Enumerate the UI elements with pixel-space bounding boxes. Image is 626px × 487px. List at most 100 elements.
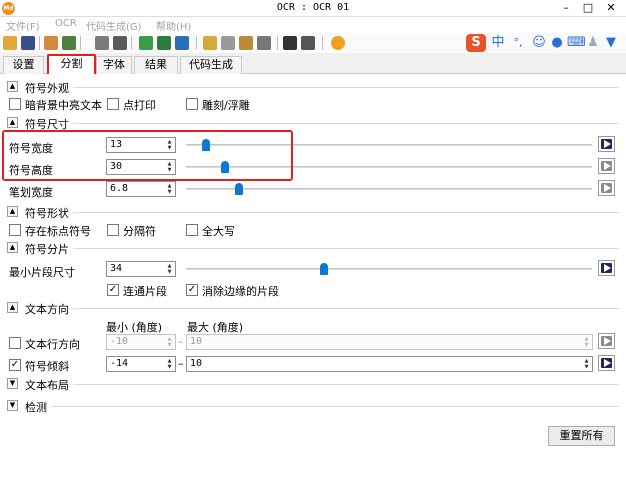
reset-all-button[interactable]: 重置所有	[548, 426, 615, 446]
spin-arrows-icon[interactable]: ▲ ▼	[165, 263, 174, 275]
min-angle-header: 最小 (角度)	[106, 321, 163, 334]
stroke-width-label: 笔划宽度	[9, 186, 53, 199]
connected-fragments-checkbox[interactable]: ✓	[107, 284, 119, 296]
line-direction-checkbox[interactable]	[9, 337, 21, 349]
menu-help[interactable]: 帮助(H)	[156, 18, 191, 33]
section-layout: ▼ 文本布局	[7, 377, 619, 393]
edit-pen-icon[interactable]	[157, 36, 171, 50]
toolbar: S 中 °, ☺ ● ⌨ ♟ ▼	[0, 33, 626, 53]
edit-pen-icon[interactable]	[139, 36, 153, 50]
spinbox-value: -10	[110, 336, 129, 347]
train-icon[interactable]	[175, 36, 189, 50]
export-icon[interactable]	[239, 36, 253, 50]
slant-checkbox[interactable]: ✓	[9, 359, 21, 371]
sogou-ime-logo-icon[interactable]: S	[466, 34, 486, 52]
range-dash: –	[178, 335, 184, 348]
line-direction-min-spinbox[interactable]: -10 ▲ ▼	[106, 334, 176, 350]
menu-ocr[interactable]: OCR	[55, 18, 77, 29]
min-fragment-slider[interactable]	[186, 262, 592, 276]
remove-edge-checkbox[interactable]: ✓	[186, 284, 198, 296]
save-font-icon[interactable]	[257, 36, 271, 50]
pick-from-image-button[interactable]	[598, 136, 615, 152]
toolbar-separator	[196, 36, 197, 50]
expand-icon[interactable]: ▼	[7, 400, 18, 411]
menu-bar: 文件(F) OCR 代码生成(G) 帮助(H)	[0, 17, 626, 33]
menu-codegen[interactable]: 代码生成(G)	[86, 18, 142, 33]
section-divider	[25, 87, 619, 88]
save-icon[interactable]	[21, 36, 35, 50]
spin-arrows-icon[interactable]: ▲ ▼	[165, 183, 174, 195]
dot-print-label: 点打印	[123, 99, 156, 112]
expand-icon[interactable]: ▼	[7, 378, 18, 389]
help-icon[interactable]	[331, 36, 345, 50]
barcode-icon[interactable]	[301, 36, 315, 50]
skin-shirt-icon[interactable]: ▼	[603, 34, 619, 52]
maximize-button[interactable]: □	[577, 0, 599, 17]
microphone-icon[interactable]: ●	[550, 34, 564, 52]
separator-checkbox[interactable]	[107, 224, 119, 236]
ime-punct[interactable]: °,	[509, 34, 527, 52]
remove-edge-label: 消除边缘的片段	[202, 285, 279, 298]
slant-max-spinbox[interactable]: 10 ▲ ▼	[186, 356, 593, 372]
uppercase-checkbox[interactable]	[186, 224, 198, 236]
section-direction: ▲ 文本方向	[7, 301, 619, 317]
spin-arrows-icon[interactable]: ▲ ▼	[165, 358, 174, 370]
open-folder-icon[interactable]	[3, 36, 17, 50]
save-roi-icon[interactable]	[62, 36, 76, 50]
collapse-icon[interactable]: ▲	[7, 242, 18, 253]
min-fragment-label: 最小片段尺寸	[9, 266, 75, 279]
section-detection: ▼ 检测	[7, 399, 619, 415]
slant-min-spinbox[interactable]: -14 ▲ ▼	[106, 356, 176, 372]
stroke-width-spinbox[interactable]: 6.8 ▲ ▼	[106, 181, 176, 197]
slider-thumb[interactable]	[234, 183, 243, 195]
connected-fragments-label: 连通片段	[123, 285, 167, 298]
slider-thumb[interactable]	[320, 263, 329, 275]
dark-bg-checkbox[interactable]	[9, 98, 21, 110]
section-shape: ▲ 符号形状	[7, 205, 619, 221]
video-camera-icon[interactable]	[113, 36, 127, 50]
keyboard-icon[interactable]: ⌨	[567, 34, 586, 52]
engraved-checkbox[interactable]	[186, 98, 198, 110]
stroke-width-slider[interactable]	[186, 182, 592, 196]
min-fragment-spinbox[interactable]: 34 ▲ ▼	[106, 261, 176, 277]
font-icon[interactable]	[221, 36, 235, 50]
pick-from-image-button[interactable]	[598, 355, 615, 371]
collapse-icon[interactable]: ▲	[7, 117, 18, 128]
menu-file[interactable]: 文件(F)	[6, 18, 40, 33]
title-bar: Md OCR : OCR 01 – □ ✕	[0, 0, 626, 17]
collapse-icon[interactable]: ▲	[7, 302, 18, 313]
line-direction-label: 文本行方向	[25, 338, 80, 351]
pick-from-image-button[interactable]	[598, 260, 615, 276]
section-divider	[25, 123, 619, 124]
section-divider	[25, 212, 619, 213]
tab-segmentation[interactable]: 分割	[47, 54, 96, 75]
spin-arrows-icon[interactable]: ▲ ▼	[582, 358, 591, 370]
close-button[interactable]: ✕	[600, 0, 622, 17]
toolbar-separator	[131, 36, 132, 50]
tab-font[interactable]: 字体	[96, 56, 132, 74]
punctuation-checkbox[interactable]	[9, 224, 21, 236]
pick-from-image-button[interactable]	[598, 180, 615, 196]
dot-print-checkbox[interactable]	[107, 98, 119, 110]
open-font-icon[interactable]	[203, 36, 217, 50]
camera-icon[interactable]	[95, 36, 109, 50]
range-dash: –	[178, 357, 184, 370]
tab-settings[interactable]: 设置	[3, 56, 44, 74]
collapse-icon[interactable]: ▲	[7, 206, 18, 217]
tab-results[interactable]: 结果	[134, 56, 178, 74]
ime-language[interactable]: 中	[489, 34, 507, 52]
emoji-icon[interactable]: ☺	[531, 34, 547, 52]
spin-arrows-icon[interactable]: ▲ ▼	[582, 336, 591, 348]
slant-label: 符号倾斜	[25, 360, 69, 373]
pick-from-image-button[interactable]	[598, 158, 615, 174]
text-recognize-icon[interactable]	[283, 36, 297, 50]
load-roi-icon[interactable]	[44, 36, 58, 50]
spin-arrows-icon[interactable]: ▲ ▼	[165, 336, 174, 348]
user-icon[interactable]: ♟	[586, 34, 600, 52]
collapse-icon[interactable]: ▲	[7, 81, 18, 92]
minimize-button[interactable]: –	[555, 0, 577, 17]
tab-codegen[interactable]: 代码生成	[180, 56, 242, 74]
toolbar-separator	[322, 36, 323, 50]
line-direction-max-spinbox[interactable]: 10 ▲ ▼	[186, 334, 593, 350]
pick-from-image-button[interactable]	[598, 333, 615, 349]
